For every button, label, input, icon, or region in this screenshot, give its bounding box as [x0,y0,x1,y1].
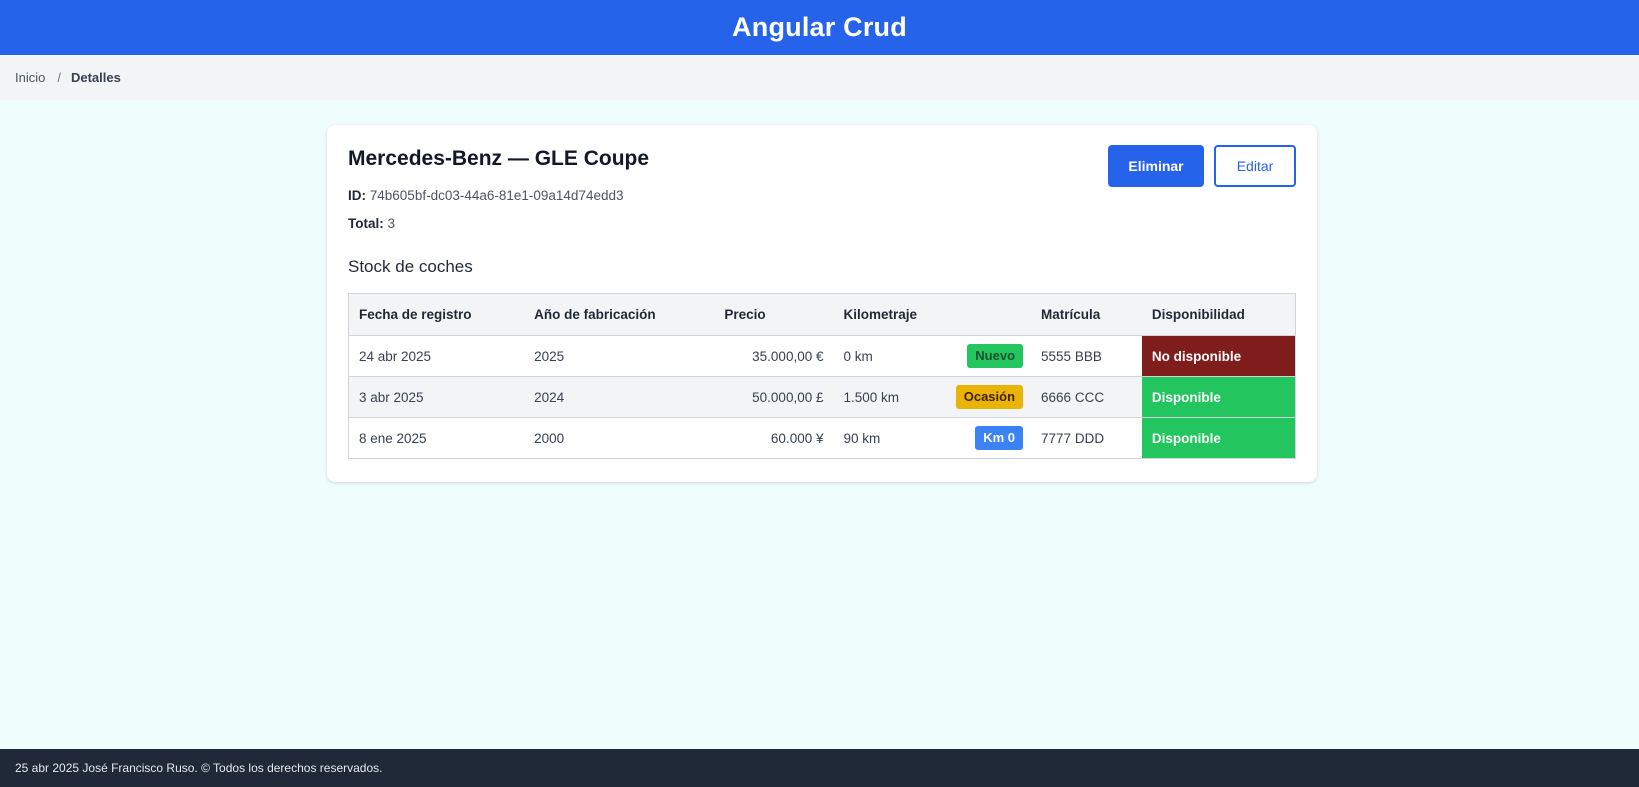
car-id-label: ID: [348,188,366,203]
car-total-value: 3 [387,216,396,231]
cell-mileage: 90 km Km 0 [833,417,1032,459]
table-row: 8 ene 2025 2000 60.000 ¥ 90 km Km 0 7777… [348,417,1296,459]
car-total-label: Total: [348,216,384,231]
column-header-mileage: Kilometraje [833,293,1032,336]
cell-plate: 6666 CCC [1031,376,1142,418]
breadcrumb: Inicio / Detalles [0,55,1639,100]
breadcrumb-current: Detalles [70,70,121,85]
column-header-year: Año de fabricación [524,293,715,336]
mileage-value: 1.500 km [843,389,900,405]
cell-availability: No disponible [1141,335,1296,377]
car-total: Total: 3 [348,216,395,231]
cell-plate: 5555 BBB [1031,335,1142,377]
condition-badge: Nuevo [967,344,1024,368]
cell-plate: 7777 DDD [1031,417,1142,459]
table-row: 24 abr 2025 2025 35.000,00 € 0 km Nuevo … [348,335,1296,377]
cell-availability: Disponible [1141,376,1296,418]
table-row: 3 abr 2025 2024 50.000,00 £ 1.500 km Oca… [348,376,1296,418]
cell-year: 2000 [524,417,715,459]
cell-price: 50.000,00 £ [714,376,834,418]
cell-date: 8 ene 2025 [348,417,525,459]
breadcrumb-home-link[interactable]: Inicio [15,70,45,85]
detail-card: Mercedes-Benz — GLE Coupe ID: 74b605bf-d… [327,125,1317,482]
mileage-value: 0 km [843,348,873,364]
table-header-row: Fecha de registro Año de fabricación Pre… [348,293,1296,336]
condition-badge: Ocasión [955,385,1024,409]
mileage-value: 90 km [843,430,881,446]
footer-text: 25 abr 2025 José Francisco Ruso. © Todos… [15,761,383,775]
cell-date: 3 abr 2025 [348,376,525,418]
cell-price: 35.000,00 € [714,335,834,377]
column-header-availability: Disponibilidad [1141,293,1296,336]
cell-year: 2024 [524,376,715,418]
cell-date: 24 abr 2025 [348,335,525,377]
cell-availability: Disponible [1141,417,1296,459]
breadcrumb-separator: / [57,70,61,85]
app-header: Angular Crud [0,0,1639,55]
app-title: Angular Crud [732,12,907,42]
column-header-date: Fecha de registro [348,293,525,336]
column-header-price: Precio [714,293,834,336]
edit-button[interactable]: Editar [1214,145,1296,187]
car-id-value: 74b605bf-dc03-44a6-81e1-09a14d74edd3 [369,188,624,203]
page-title: Mercedes-Benz — GLE Coupe [348,147,650,170]
cell-year: 2025 [524,335,715,377]
stock-table: Fecha de registro Año de fabricación Pre… [348,293,1296,459]
cell-mileage: 0 km Nuevo [833,335,1032,377]
cell-mileage: 1.500 km Ocasión [833,376,1032,418]
delete-button[interactable]: Eliminar [1108,145,1204,187]
stock-title: Stock de coches [348,257,473,276]
car-id: ID: 74b605bf-dc03-44a6-81e1-09a14d74edd3 [348,188,624,203]
cell-price: 60.000 ¥ [714,417,834,459]
page-footer: 25 abr 2025 José Francisco Ruso. © Todos… [0,749,1639,787]
column-header-plate: Matrícula [1031,293,1142,336]
condition-badge: Km 0 [975,426,1024,450]
